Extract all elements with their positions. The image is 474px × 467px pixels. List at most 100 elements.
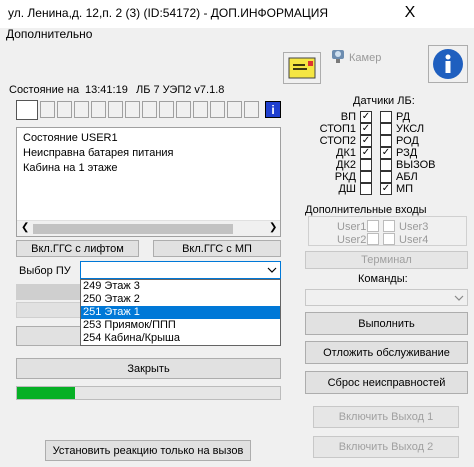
hidden-button[interactable] [16,302,82,318]
chevron-down-icon [454,295,464,301]
indicator-cells: i [16,100,283,120]
sensor-checkbox [380,159,392,171]
sensor-checkbox: ✓ [360,135,372,147]
sensor-checkbox [360,171,372,183]
indicator-cell [210,101,225,118]
terminal-button[interactable]: Терминал [305,251,468,269]
list-item: Кабина на 1 этаже [23,162,118,174]
sensor-row: ВП ✓ [320,111,372,123]
extra-inputs-box: User1 User3 User2 User4 [308,216,467,246]
info-large-button[interactable] [428,45,468,83]
camera-icon [332,50,344,63]
message-button[interactable] [283,52,321,84]
postpone-service-button[interactable]: Отложить обслуживание [305,341,468,364]
indicator-cell [16,100,38,120]
scroll-left-icon[interactable]: ❮ [21,222,29,233]
indicator-cell [74,101,89,118]
list-item: Неисправна батарея питания [23,147,174,159]
sensor-label: ВП [340,111,356,123]
sensor-label: АБЛ [396,171,418,183]
hidden-button-bg [16,284,82,300]
sensor-row: УКСЛ [380,123,440,135]
sensor-checkbox [380,171,392,183]
sensor-row: СТОП1 ✓ [320,123,372,135]
sensor-row: РОД [380,135,440,147]
sensor-label: ВЫЗОВ [396,159,436,171]
floor-option[interactable]: 249 Этаж 3 [81,280,280,293]
indicator-cell [176,101,191,118]
camera-button[interactable]: Камер [327,44,387,70]
status-label: Состояние на [9,84,80,96]
output1-button[interactable]: Включить Выход 1 [313,406,459,428]
commands-select[interactable] [305,289,468,306]
ggs-mp-button[interactable]: Вкл.ГГС с МП [153,240,281,257]
hidden-button-2[interactable] [16,326,82,346]
sensor-row: СТОП2 ✓ [320,135,372,147]
user1-checkbox [367,220,379,232]
ggs-lift-button[interactable]: Вкл.ГГС с лифтом [16,240,139,257]
info-small-button[interactable]: i [265,101,281,118]
indicator-cell [91,101,106,118]
close-window-button[interactable]: X [400,3,420,23]
menu-item-extra[interactable]: Дополнительно [6,27,92,41]
sensor-label: РКД [334,171,356,183]
sensor-label: ДШ [338,183,356,195]
indicator-cell [159,101,174,118]
sensor-checkbox: ✓ [360,111,372,123]
sensor-label: УКСЛ [396,123,425,135]
sensor-label: РЗД [396,147,418,159]
sensor-row: МП ✓ [380,183,440,195]
indicator-cell [142,101,157,118]
sensor-label: МП [396,183,414,195]
sensor-row: ДК1 ✓ [320,147,372,159]
sensor-row: ДК2 [320,159,372,171]
indicator-cell [227,101,242,118]
sensor-checkbox: ✓ [360,147,372,159]
sensors-left-group: ВП ✓ СТОП1 ✓ СТОП2 ✓ ДК1 ✓ ДК2 РКД ДШ [320,111,372,197]
indicator-cell [244,101,259,118]
scroll-thumb[interactable] [33,224,233,234]
user3-checkbox [383,220,395,232]
user4-label: User4 [399,234,429,246]
reset-faults-button[interactable]: Сброс неисправностей [305,371,468,394]
status-list[interactable]: Состояние USER1 Неисправна батарея питан… [16,127,281,237]
floor-option[interactable]: 250 Этаж 2 [81,293,280,306]
call-only-button[interactable]: Установить реакцию только на вызов [45,440,251,461]
list-item: Состояние USER1 [23,132,118,144]
horizontal-scrollbar[interactable]: ❮ ❯ [17,220,280,236]
indicator-cell [193,101,208,118]
info-icon [433,49,463,79]
sensor-checkbox [360,159,372,171]
close-button[interactable]: Закрыть [16,358,281,379]
indicator-cell [108,101,123,118]
output2-button[interactable]: Включить Выход 2 [313,436,459,458]
user4-checkbox [383,233,395,245]
commands-label: Команды: [358,273,408,285]
sensor-row: РД [380,111,440,123]
sensor-label: СТОП2 [319,135,356,147]
sensor-checkbox: ✓ [360,123,372,135]
user2-label: User2 [337,234,367,246]
floor-option[interactable]: 254 Кабина/Крыша [81,332,280,345]
floor-select[interactable] [80,261,281,279]
sensor-label: ДК1 [336,147,356,159]
sensor-label: РОД [396,135,419,147]
window-title: ул. Ленина,д. 12,п. 2 (3) (ID:54172) - Д… [8,6,329,20]
user3-label: User3 [399,221,429,233]
floor-option-selected[interactable]: 251 Этаж 1 [81,306,280,319]
sensor-checkbox [380,111,392,123]
execute-button[interactable]: Выполнить [305,312,468,335]
scroll-right-icon[interactable]: ❯ [269,222,277,233]
chevron-down-icon [267,267,277,273]
floor-dropdown-list[interactable]: 249 Этаж 3 250 Этаж 2 251 Этаж 1 253 При… [80,279,281,346]
status-time: 13:41:19 [85,84,128,96]
sensor-row: ДШ [320,183,372,195]
sensor-checkbox: ✓ [380,147,392,159]
device-version: ЛБ 7 УЭП2 v7.1.8 [136,84,225,96]
progress-fill [17,387,75,399]
floor-option[interactable]: 253 Приямок/ППП [81,319,280,332]
sensor-row: ВЫЗОВ [380,159,440,171]
envelope-icon [288,57,316,79]
sensor-label: СТОП1 [319,123,356,135]
sensor-label: ДК2 [336,159,356,171]
